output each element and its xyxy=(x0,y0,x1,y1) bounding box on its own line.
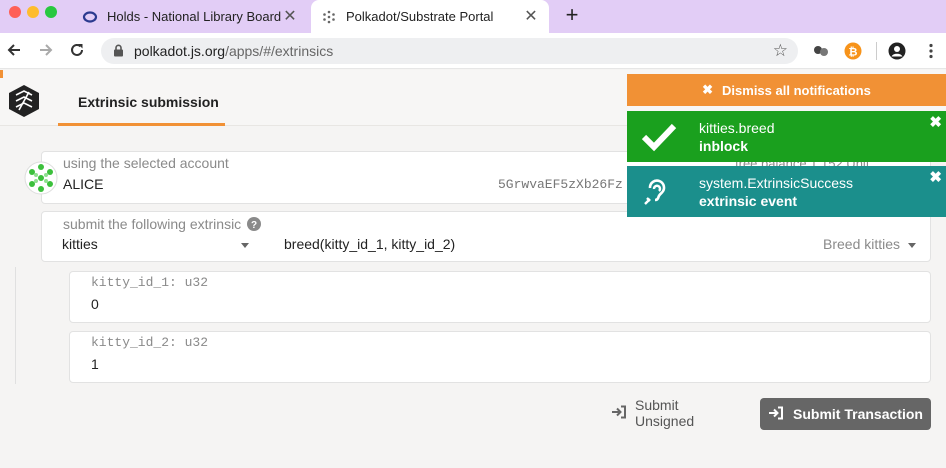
help-icon[interactable]: ? xyxy=(247,217,261,231)
browser-menu-icon[interactable] xyxy=(922,42,940,60)
extension-icon[interactable] xyxy=(812,42,830,60)
address-bar[interactable]: polkadot.js.org/apps/#/extrinsics ☆ xyxy=(101,38,798,64)
maximize-window-button[interactable] xyxy=(45,6,57,18)
browser-tab-bar: Holds - National Library Board ✕ Polkado… xyxy=(0,0,946,33)
polkadot-logo-icon[interactable] xyxy=(7,84,41,118)
close-notification-icon[interactable]: ✖ xyxy=(929,170,942,185)
checkmark-icon xyxy=(641,120,677,154)
notification-title: kitties.breed xyxy=(699,120,775,136)
close-window-button[interactable] xyxy=(9,6,21,18)
svg-text:?: ? xyxy=(251,220,257,231)
sign-in-icon xyxy=(768,406,784,423)
lock-icon[interactable] xyxy=(113,44,124,62)
dismiss-all-label: Dismiss all notifications xyxy=(722,82,871,98)
toolbar-divider xyxy=(876,42,877,60)
call-documentation: Breed kitties xyxy=(823,236,901,252)
call-select[interactable]: breed(kitty_id_1, kitty_id_2) xyxy=(284,236,455,252)
url-text: polkadot.js.org/apps/#/extrinsics xyxy=(134,43,333,59)
bitcoin-extension-icon[interactable]: ₿ xyxy=(844,42,862,60)
svg-text:₿: ₿ xyxy=(849,47,858,59)
close-tab-icon[interactable]: ✕ xyxy=(523,8,539,25)
submit-transaction-label: Submit Transaction xyxy=(793,406,923,422)
browser-tab-polkadot[interactable]: Polkadot/Substrate Portal ✕ xyxy=(311,0,549,33)
minimize-window-button[interactable] xyxy=(27,6,39,18)
url-host: polkadot.js.org xyxy=(134,43,226,59)
forward-arrow-icon[interactable] xyxy=(36,41,56,61)
notification-title: system.ExtrinsicSuccess xyxy=(699,175,854,191)
accent-stripe xyxy=(0,70,3,78)
new-tab-button[interactable]: + xyxy=(561,4,583,27)
module-select[interactable]: kitties xyxy=(62,236,98,252)
tab-title: Holds - National Library Board xyxy=(107,9,282,24)
submit-transaction-button[interactable]: Submit Transaction xyxy=(760,398,931,430)
close-notification-icon[interactable]: ✖ xyxy=(929,115,942,130)
tab-extrinsic-submission[interactable]: Extrinsic submission xyxy=(58,70,225,126)
close-tab-icon[interactable]: ✕ xyxy=(282,8,298,25)
url-path: /apps/#/extrinsics xyxy=(225,43,334,59)
reload-icon[interactable] xyxy=(67,41,87,61)
polkadot-favicon-icon xyxy=(321,9,337,25)
account-label: using the selected account xyxy=(63,155,229,171)
library-favicon-icon xyxy=(82,9,98,25)
extrinsic-label: submit the following extrinsic xyxy=(63,216,242,232)
ear-listen-icon xyxy=(641,175,677,209)
profile-avatar-icon[interactable] xyxy=(888,42,906,60)
dismiss-all-notifications-button[interactable]: ✖ Dismiss all notifications xyxy=(627,74,946,106)
back-arrow-icon[interactable] xyxy=(4,41,24,61)
notification-status: inblock xyxy=(699,138,749,154)
submit-unsigned-label: Submit Unsigned xyxy=(635,397,695,429)
param-input[interactable]: 1 xyxy=(91,356,99,372)
account-identicon xyxy=(24,161,58,195)
notification-extrinsic-event: system.ExtrinsicSuccess extrinsic event … xyxy=(627,166,946,217)
account-address: 5GrwvaEF5zXb26Fz xyxy=(498,177,623,192)
sign-in-icon xyxy=(611,405,627,422)
bookmark-star-icon[interactable]: ☆ xyxy=(773,41,788,61)
notification-inblock: kitties.breed inblock ✖ xyxy=(627,111,946,162)
browser-tab-holds[interactable]: Holds - National Library Board ✕ xyxy=(72,0,308,33)
notification-status: extrinsic event xyxy=(699,193,798,209)
submit-unsigned-button[interactable]: Submit Unsigned xyxy=(611,397,741,429)
call-dropdown-icon[interactable] xyxy=(908,243,916,248)
param-input[interactable]: 0 xyxy=(91,296,99,312)
browser-toolbar: polkadot.js.org/apps/#/extrinsics ☆ ₿ xyxy=(0,33,946,69)
param-label: kitty_id_1: u32 xyxy=(91,275,209,290)
module-dropdown-icon[interactable] xyxy=(241,243,249,248)
tab-label: Extrinsic submission xyxy=(78,94,219,110)
close-icon: ✖ xyxy=(702,82,714,97)
tab-title: Polkadot/Substrate Portal xyxy=(346,9,494,24)
param-label: kitty_id_2: u32 xyxy=(91,335,209,350)
account-name: ALICE xyxy=(63,176,104,192)
params-indent-line xyxy=(15,267,16,384)
